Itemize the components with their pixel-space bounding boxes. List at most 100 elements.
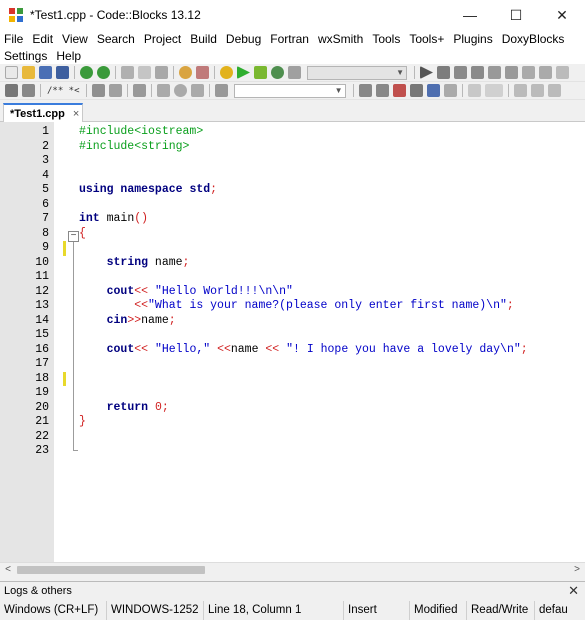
code-line[interactable]: string name; <box>79 256 190 271</box>
bookmark-next-icon[interactable] <box>22 84 35 97</box>
close-button[interactable]: ✕ <box>539 0 585 30</box>
tab-close-icon[interactable]: × <box>73 108 79 120</box>
code-line[interactable]: cin>>name; <box>79 314 176 329</box>
menu-plugins[interactable]: Plugins <box>453 32 497 46</box>
code-completion-icon[interactable] <box>214 84 228 97</box>
build-icon[interactable] <box>220 66 233 79</box>
toolbar-separator <box>208 84 210 97</box>
menu-project[interactable]: Project <box>144 32 186 46</box>
line-number: 3 <box>42 154 49 167</box>
menu-settings[interactable]: Settings <box>4 49 52 63</box>
menu-doxyblocks[interactable]: DoxyBlocks <box>502 32 570 46</box>
cut-icon[interactable] <box>121 66 134 79</box>
step-out-icon[interactable] <box>471 66 484 79</box>
scroll-right-icon[interactable]: > <box>569 563 585 577</box>
jump-forward-icon[interactable] <box>190 84 204 97</box>
extract-docs-icon[interactable] <box>108 84 122 97</box>
rebuild-icon[interactable] <box>271 66 284 79</box>
scroll-left-icon[interactable]: < <box>0 563 16 577</box>
code-text-area[interactable]: #include<iostream> #include<string> using … <box>79 122 583 562</box>
code-line[interactable]: { <box>79 227 86 242</box>
maximize-button[interactable]: ☐ <box>493 0 539 30</box>
toolbar-separator <box>414 66 415 79</box>
menu-fortran[interactable]: Fortran <box>270 32 314 46</box>
code-line[interactable]: using namespace std; <box>79 183 217 198</box>
code-line[interactable]: #include<iostream> <box>79 125 203 140</box>
new-file-icon[interactable] <box>5 66 18 79</box>
bookmark-icon[interactable] <box>5 84 18 97</box>
abort-icon[interactable] <box>288 66 301 79</box>
scrollbar-thumb[interactable] <box>17 566 205 574</box>
layout-icon[interactable] <box>513 84 527 97</box>
change-marker <box>63 241 66 256</box>
select-icon[interactable] <box>467 84 481 97</box>
step-into-icon[interactable] <box>454 66 467 79</box>
open-icon[interactable] <box>22 66 35 79</box>
build-target-select[interactable]: ▼ <box>307 65 407 80</box>
wrench-icon[interactable] <box>132 84 146 97</box>
undo-icon[interactable] <box>80 66 93 79</box>
next-instruction-icon[interactable] <box>488 66 501 79</box>
stop-debug-icon[interactable] <box>539 66 552 79</box>
redo-icon[interactable] <box>97 66 110 79</box>
build-run-icon[interactable] <box>254 66 267 79</box>
menu-build[interactable]: Build <box>190 32 222 46</box>
menu-tools[interactable]: Tools <box>372 32 405 46</box>
code-line[interactable]: #include<string> <box>79 140 189 155</box>
breakpoint-icon[interactable] <box>173 84 187 97</box>
doxywizard-icon[interactable] <box>91 84 105 97</box>
code-line[interactable]: int main() <box>79 212 148 227</box>
horizontal-scrollbar[interactable]: < > <box>0 562 585 576</box>
status-extra: defau <box>539 604 568 616</box>
save-all-icon[interactable] <box>56 66 69 79</box>
menu-edit[interactable]: Edit <box>32 32 58 46</box>
copy-icon[interactable] <box>138 66 151 79</box>
menu-view[interactable]: View <box>62 32 93 46</box>
print-icon[interactable] <box>409 84 423 97</box>
rect-select-icon[interactable] <box>484 84 503 97</box>
code-token: cout <box>106 284 135 298</box>
code-editor[interactable]: 1 2 3 4 5 6 7 8 9 10 11 12 13 14 15 16 17 18 19 20 21 22 23 − … <box>0 122 585 562</box>
regex-icon[interactable] <box>443 84 457 97</box>
run-icon[interactable] <box>237 66 250 79</box>
code-line[interactable]: cout<< "Hello," <<name << "! I hope you … <box>79 343 528 358</box>
nav-back-icon[interactable] <box>358 84 372 97</box>
menu-wxsmith[interactable]: wxSmith <box>318 32 368 46</box>
codeblocks-app-icon <box>8 7 24 23</box>
doxy-comment-tool[interactable]: /** *< <box>47 86 80 96</box>
scope-select[interactable]: ▼ <box>233 83 346 98</box>
step-icon[interactable] <box>437 66 450 79</box>
panel-icon[interactable] <box>547 84 561 97</box>
window-icon[interactable] <box>530 84 544 97</box>
logs-close-icon[interactable]: ✕ <box>568 583 579 599</box>
save-icon[interactable] <box>39 66 52 79</box>
nav-forward-icon[interactable] <box>375 84 389 97</box>
code-token: #include<iostream> <box>79 125 204 138</box>
code-line[interactable]: <<"What is your name?(please only enter … <box>79 299 514 314</box>
find-icon[interactable] <box>179 66 192 79</box>
paste-icon[interactable] <box>155 66 168 79</box>
break-icon[interactable] <box>505 66 518 79</box>
fold-collapse-icon[interactable]: − <box>68 231 79 242</box>
code-line[interactable]: } <box>79 415 86 430</box>
highlight-icon[interactable] <box>392 84 406 97</box>
menu-file[interactable]: File <box>4 32 28 46</box>
debug-icon[interactable] <box>420 66 433 79</box>
replace-icon[interactable] <box>196 66 209 79</box>
tab-test1-cpp[interactable]: *Test1.cpp × <box>3 103 83 123</box>
pause-icon[interactable] <box>522 66 535 79</box>
menu-debug[interactable]: Debug <box>226 32 266 46</box>
code-token: "! I hope you have a lovely day\n" <box>286 342 521 356</box>
code-line[interactable]: return 0; <box>79 401 169 416</box>
menu-toolsplus[interactable]: Tools+ <box>409 32 449 46</box>
code-line[interactable]: cout<< "Hello World!!!\n\n" <box>79 285 293 300</box>
menu-help[interactable]: Help <box>56 49 86 63</box>
jump-back-icon[interactable] <box>156 84 170 97</box>
debug-windows-icon[interactable] <box>556 66 569 79</box>
font-icon[interactable] <box>426 84 440 97</box>
line-number: 21 <box>35 415 49 428</box>
menu-search[interactable]: Search <box>97 32 140 46</box>
minimize-button[interactable]: — <box>447 0 493 30</box>
